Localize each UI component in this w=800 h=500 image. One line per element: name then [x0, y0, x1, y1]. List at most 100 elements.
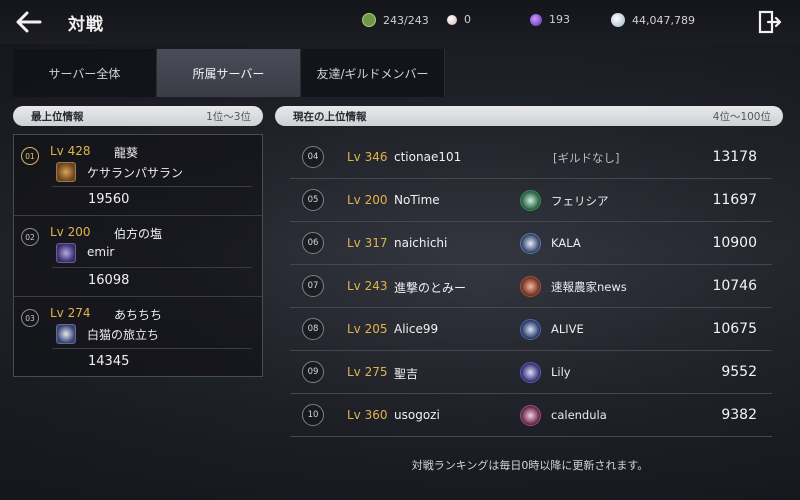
ranking-row[interactable]: 08 Lv 205 Alice99 ALIVE 10675	[290, 308, 772, 351]
top-bar: 対戦 243/243 0 193 44,047,789	[0, 0, 800, 44]
ranking-row[interactable]: 10 Lv 360 usogozi calendula 9382	[290, 394, 772, 437]
rank-badge: 02	[21, 228, 39, 246]
player-score: 11697	[712, 192, 757, 208]
exit-door-icon[interactable]	[757, 9, 783, 35]
guild-emblem-icon	[56, 324, 76, 344]
guild-name: ALIVE	[551, 322, 584, 336]
guild-name: Lily	[551, 365, 571, 379]
player-level: Lv 428	[50, 144, 91, 158]
rank-badge: 09	[302, 361, 324, 383]
divider	[52, 186, 252, 187]
tab-own-server[interactable]: 所属サーバー	[157, 49, 301, 97]
pearl-resource: 0	[447, 13, 471, 26]
current-info-title: 現在の上位情報	[293, 110, 367, 123]
player-name: 伯方の塩	[114, 227, 163, 241]
tab-all-servers[interactable]: サーバー全体	[13, 49, 157, 97]
player-score: 10675	[712, 321, 757, 337]
stamina-value: 243/243	[383, 13, 429, 27]
guild-name: フェリシア	[551, 194, 609, 208]
top-ranking-panel: 01 Lv 428 龍葵 ケサランパサラン 19560 02 Lv 200 伯方…	[13, 134, 263, 377]
rank-badge: 05	[302, 189, 324, 211]
stamina-resource: 243/243	[362, 13, 429, 27]
player-level: Lv 274	[50, 306, 91, 320]
guild-emblem-icon	[520, 276, 541, 297]
player-name: ctionae101	[394, 150, 462, 164]
guild-emblem-icon	[520, 190, 541, 211]
guild-name: [ギルドなし]	[553, 151, 620, 165]
guild-emblem-icon	[520, 319, 541, 340]
coin-icon	[611, 13, 625, 27]
guild-emblem-icon	[56, 243, 76, 263]
ranking-update-notice: 対戦ランキングは毎日0時以降に更新されます。	[411, 459, 649, 472]
crystal-resource: 193	[530, 13, 570, 26]
current-info-header: 現在の上位情報 4位〜100位	[275, 106, 783, 126]
rank-badge: 04	[302, 146, 324, 168]
player-score: 14345	[88, 354, 130, 369]
top-info-title: 最上位情報	[31, 110, 84, 123]
player-level: Lv 275	[347, 365, 388, 379]
ranking-row[interactable]: 07 Lv 243 進撃のとみー 速報農家news 10746	[290, 265, 772, 308]
ranking-row[interactable]: 06 Lv 317 naichichi KALA 10900	[290, 222, 772, 265]
top-rank-entry[interactable]: 02 Lv 200 伯方の塩 emir 16098	[14, 216, 262, 297]
ranking-row[interactable]: 04 Lv 346 ctionae101 [ギルドなし] 13178	[290, 136, 772, 179]
player-score: 9382	[721, 407, 757, 423]
coin-value: 44,047,789	[632, 13, 695, 27]
rank-badge: 07	[302, 275, 324, 297]
pearl-icon	[447, 14, 457, 25]
page-title: 対戦	[68, 15, 104, 35]
rank-badge: 08	[302, 318, 324, 340]
current-info-range: 4位〜100位	[712, 110, 771, 123]
player-level: Lv 346	[347, 150, 388, 164]
divider	[52, 348, 252, 349]
guild-emblem-icon	[520, 233, 541, 254]
player-level: Lv 360	[347, 408, 388, 422]
player-name: 進撃のとみー	[394, 281, 467, 295]
rank-badge: 03	[21, 309, 39, 327]
ranking-row[interactable]: 05 Lv 200 NoTime フェリシア 11697	[290, 179, 772, 222]
guild-name: calendula	[551, 408, 607, 422]
guild-name: ケサランパサラン	[87, 166, 184, 180]
ranking-row[interactable]: 09 Lv 275 聖吉 Lily 9552	[290, 351, 772, 394]
tab-friends-guild[interactable]: 友達/ギルドメンバー	[301, 49, 445, 97]
stamina-icon	[362, 13, 376, 27]
guild-emblem-icon	[520, 405, 541, 426]
player-score: 19560	[88, 192, 130, 207]
top-info-range: 1位〜3位	[206, 110, 251, 123]
rank-badge: 10	[302, 404, 324, 426]
player-score: 9552	[721, 364, 757, 380]
player-level: Lv 200	[347, 193, 388, 207]
player-name: naichichi	[394, 236, 448, 250]
player-level: Lv 317	[347, 236, 388, 250]
guild-emblem-icon	[520, 362, 541, 383]
player-level: Lv 243	[347, 279, 388, 293]
player-name: usogozi	[394, 408, 440, 422]
guild-emblem-icon	[56, 162, 76, 182]
back-arrow-icon[interactable]	[14, 8, 44, 36]
player-level: Lv 200	[50, 225, 91, 239]
guild-name: emir	[87, 245, 115, 259]
player-score: 10900	[712, 235, 757, 251]
player-level: Lv 205	[347, 322, 388, 336]
guild-name: 速報農家news	[551, 280, 627, 294]
guild-name: 白猫の旅立ち	[87, 328, 160, 342]
server-tabs: サーバー全体 所属サーバー 友達/ギルドメンバー	[13, 49, 445, 97]
crystal-icon	[530, 13, 542, 26]
player-score: 13178	[712, 149, 757, 165]
rank-badge: 06	[302, 232, 324, 254]
top-rank-entry[interactable]: 03 Lv 274 あちちち 白猫の旅立ち 14345	[14, 297, 262, 378]
player-score: 10746	[712, 278, 757, 294]
crystal-value: 193	[549, 13, 570, 26]
top-rank-entry[interactable]: 01 Lv 428 龍葵 ケサランパサラン 19560	[14, 135, 262, 216]
guild-name: KALA	[551, 236, 581, 250]
player-score: 16098	[88, 273, 130, 288]
divider	[52, 267, 252, 268]
coin-resource: 44,047,789	[611, 13, 695, 27]
top-info-header: 最上位情報 1位〜3位	[13, 106, 263, 126]
player-name: あちちち	[114, 308, 163, 322]
pearl-value: 0	[464, 13, 471, 26]
player-name: NoTime	[394, 193, 440, 207]
player-name: Alice99	[394, 322, 439, 336]
player-name: 龍葵	[114, 146, 139, 160]
rank-badge: 01	[21, 147, 39, 165]
player-name: 聖吉	[394, 367, 419, 381]
